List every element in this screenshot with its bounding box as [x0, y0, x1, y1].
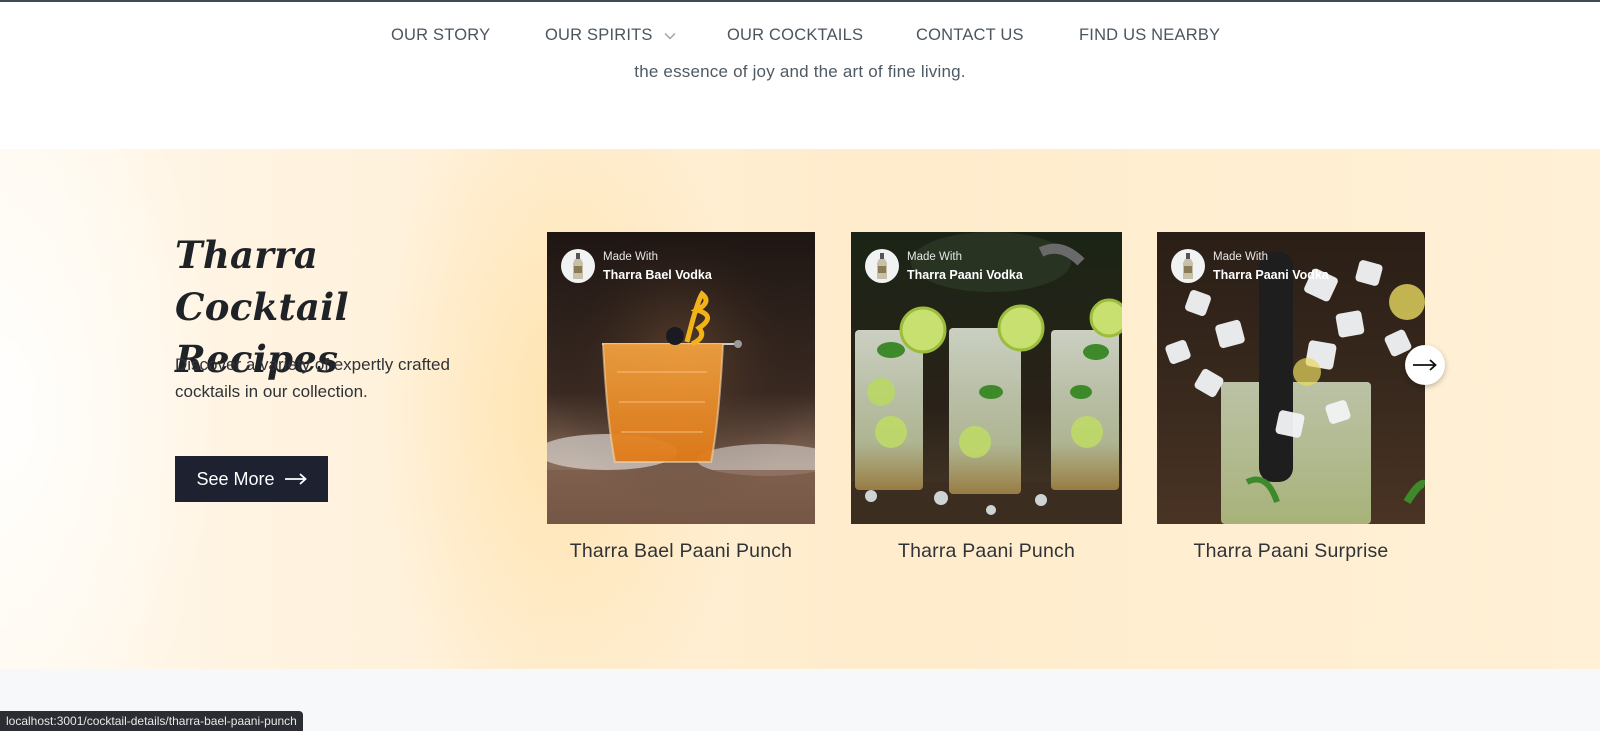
bottle-icon — [865, 249, 899, 283]
see-more-label: See More — [196, 468, 275, 489]
status-bar-url: localhost:3001/cocktail-details/tharra-b… — [0, 711, 303, 731]
made-with-badge: Made With Tharra Bael Vodka — [561, 248, 712, 284]
cocktail-card[interactable]: Made With Tharra Paani Vodka Tharra Paan… — [1157, 232, 1425, 592]
made-with-label: Made With — [907, 251, 962, 263]
spirit-name: Tharra Paani Vodka — [907, 268, 1023, 282]
made-with-badge: Made With Tharra Paani Vodka — [865, 248, 1023, 284]
cocktail-name[interactable]: Tharra Paani Surprise — [1157, 540, 1425, 563]
made-with-badge: Made With Tharra Paani Vodka — [1171, 248, 1329, 284]
bottle-icon — [561, 249, 595, 283]
main-nav: OUR STORY OUR SPIRITS OUR COCKTAILS CONT… — [0, 26, 1600, 50]
nav-our-story[interactable]: OUR STORY — [391, 26, 490, 45]
tagline: the essence of joy and the art of fine l… — [634, 62, 966, 81]
cocktail-image[interactable]: Made With Tharra Paani Vodka — [1157, 232, 1425, 524]
arrow-right-icon — [284, 473, 307, 485]
cocktail-image[interactable]: Made With Tharra Bael Vodka — [547, 232, 815, 524]
cocktail-name[interactable]: Tharra Paani Punch — [851, 540, 1122, 563]
nav-our-cocktails[interactable]: OUR COCKTAILS — [727, 26, 863, 45]
nav-our-spirits[interactable]: OUR SPIRITS — [545, 26, 677, 45]
spirit-name: Tharra Paani Vodka — [1213, 268, 1329, 282]
nav-find-us-nearby[interactable]: FIND US NEARBY — [1079, 26, 1220, 45]
top-border — [0, 0, 1600, 2]
cocktail-card[interactable]: Made With Tharra Paani Vodka Tharra Paan… — [851, 232, 1122, 592]
spirit-name: Tharra Bael Vodka — [603, 268, 712, 282]
bottle-icon — [1171, 249, 1205, 283]
see-more-button[interactable]: See More — [175, 456, 328, 502]
made-with-label: Made With — [1213, 251, 1268, 263]
cocktail-card[interactable]: Made With Tharra Bael Vodka Tharra Bael … — [547, 232, 815, 592]
chevron-down-icon — [664, 32, 676, 40]
cocktail-name[interactable]: Tharra Bael Paani Punch — [547, 540, 815, 563]
made-with-label: Made With — [603, 251, 658, 263]
arrow-right-icon — [1413, 359, 1437, 371]
carousel-next-button[interactable] — [1405, 345, 1445, 385]
section-description: Discover a variety of expertly crafted c… — [175, 355, 450, 401]
cocktail-image[interactable]: Made With Tharra Paani Vodka — [851, 232, 1122, 524]
cocktail-recipes-section: Tharra Cocktail Recipes Discover a varie… — [0, 149, 1600, 669]
nav-our-spirits-label: OUR SPIRITS — [545, 26, 653, 44]
nav-contact-us[interactable]: CONTACT US — [916, 26, 1024, 45]
